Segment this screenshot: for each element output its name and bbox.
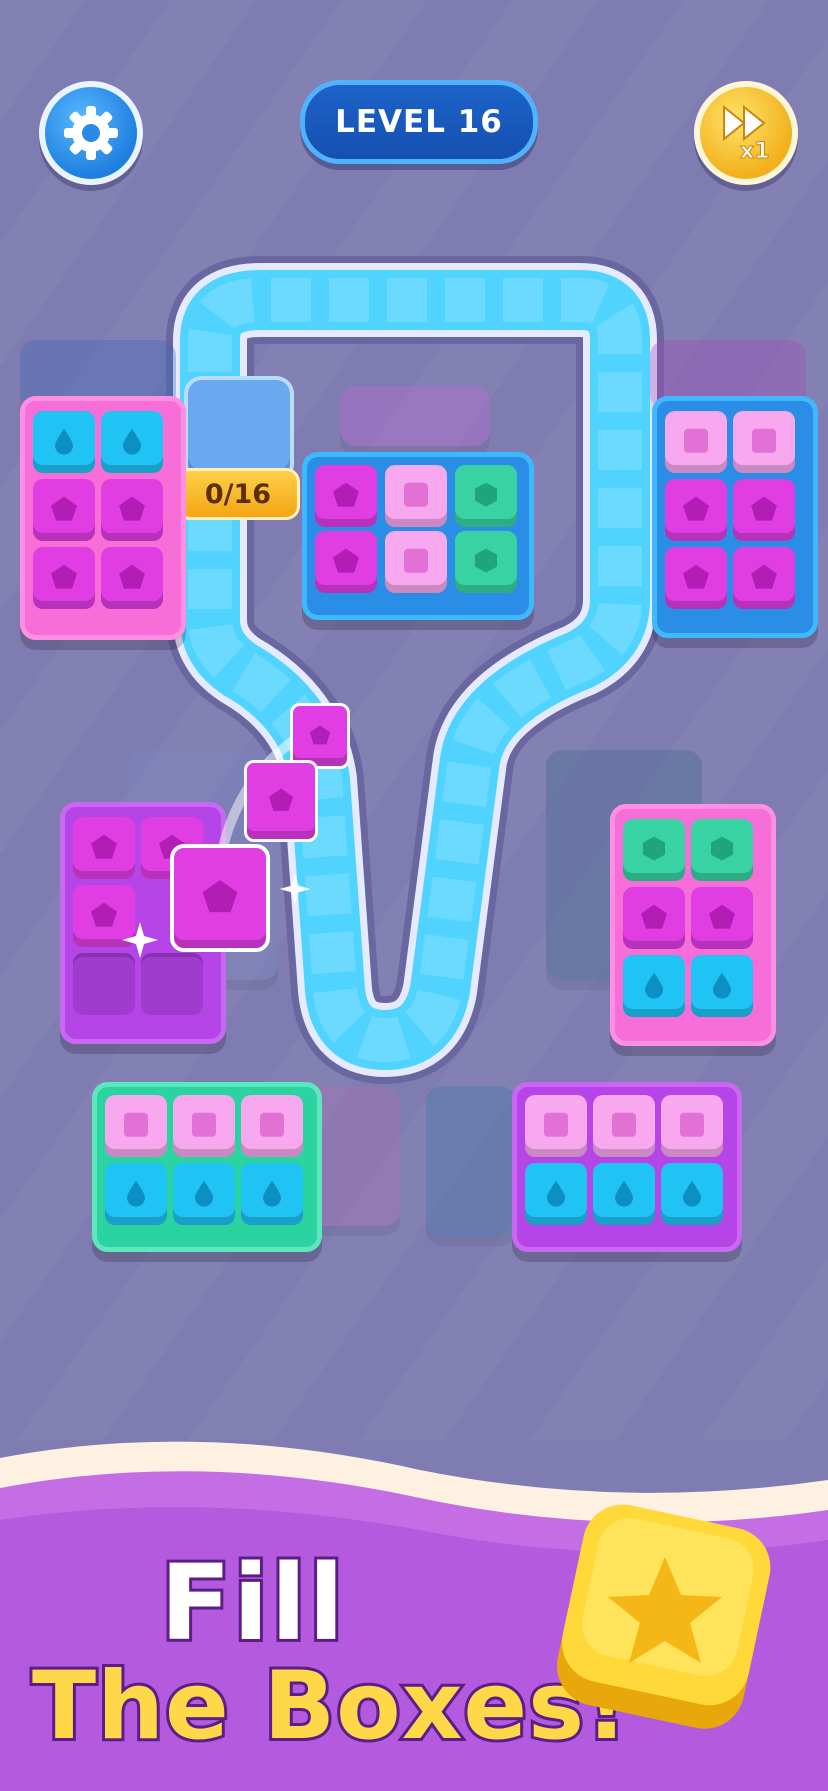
block-magenta — [315, 465, 377, 527]
block-magenta — [73, 817, 135, 879]
pentagon-icon — [91, 834, 117, 859]
box-green-bottom[interactable] — [92, 1082, 322, 1252]
drop-icon — [123, 428, 141, 455]
block-pink — [385, 465, 447, 527]
pentagon-icon — [119, 564, 145, 589]
star-cube — [556, 1504, 771, 1729]
banner-title-line1: Fill — [157, 1539, 347, 1667]
pentagon-icon — [709, 904, 735, 929]
flying-block — [244, 760, 318, 842]
queue-slot — [184, 376, 294, 482]
block-magenta — [101, 547, 163, 609]
block-green — [623, 819, 685, 881]
box-blue-right[interactable] — [652, 396, 818, 638]
square-icon — [404, 548, 428, 573]
block-pink — [105, 1095, 167, 1157]
block-magenta — [733, 479, 795, 541]
square-icon — [124, 1112, 148, 1137]
block-green — [455, 531, 517, 593]
hexagon-icon — [643, 836, 665, 861]
block-magenta — [623, 887, 685, 949]
box-pink-right[interactable] — [610, 804, 776, 1046]
block-magenta — [315, 531, 377, 593]
block-pink — [593, 1095, 655, 1157]
pentagon-icon — [641, 904, 667, 929]
pentagon-icon — [683, 496, 709, 521]
pentagon-icon — [751, 496, 777, 521]
square-icon — [260, 1112, 284, 1137]
block-magenta — [33, 479, 95, 541]
sparkle-icon — [279, 873, 311, 905]
flying-block — [170, 844, 270, 952]
block-blue — [661, 1163, 723, 1225]
block-blue — [525, 1163, 587, 1225]
square-icon — [192, 1112, 216, 1137]
block-blue — [101, 411, 163, 473]
block-magenta — [665, 479, 727, 541]
block-magenta — [665, 547, 727, 609]
pentagon-icon — [51, 564, 77, 589]
block-blue — [173, 1163, 235, 1225]
fill-counter-label: 0/16 — [204, 478, 272, 510]
drop-icon — [615, 1180, 633, 1207]
block-green — [455, 465, 517, 527]
hexagon-icon — [475, 548, 497, 573]
square-icon — [544, 1112, 568, 1137]
block-pink — [665, 411, 727, 473]
hexagon-icon — [475, 482, 497, 507]
block-pink — [241, 1095, 303, 1157]
block-magenta — [691, 887, 753, 949]
block-green — [691, 819, 753, 881]
hexagon-icon — [711, 836, 733, 861]
box-blue-center[interactable] — [302, 452, 534, 620]
pentagon-icon — [91, 902, 117, 927]
drop-icon — [55, 428, 73, 455]
drop-icon — [683, 1180, 701, 1207]
ghost-tray — [340, 386, 490, 446]
block-blue — [105, 1163, 167, 1225]
block-blue — [593, 1163, 655, 1225]
pentagon-icon — [119, 496, 145, 521]
pentagon-icon — [333, 482, 359, 507]
square-icon — [684, 428, 708, 453]
drop-icon — [195, 1180, 213, 1207]
fill-counter: 0/16 — [176, 468, 300, 520]
square-icon — [752, 428, 776, 453]
block-pink — [661, 1095, 723, 1157]
block-pink — [385, 531, 447, 593]
square-icon — [612, 1112, 636, 1137]
block-blue — [33, 411, 95, 473]
pentagon-icon — [268, 788, 294, 811]
drop-icon — [713, 972, 731, 999]
block-blue — [691, 955, 753, 1017]
drop-icon — [127, 1180, 145, 1207]
empty-slot — [73, 953, 135, 1015]
pentagon-icon — [683, 564, 709, 589]
box-pink-left[interactable] — [20, 396, 186, 640]
pentagon-icon — [51, 496, 77, 521]
empty-slot — [141, 953, 203, 1015]
pentagon-icon — [751, 564, 777, 589]
square-icon — [680, 1112, 704, 1137]
pentagon-icon — [333, 548, 359, 573]
block-magenta — [733, 547, 795, 609]
block-pink — [733, 411, 795, 473]
block-blue — [623, 955, 685, 1017]
block-magenta — [101, 479, 163, 541]
pentagon-icon — [309, 725, 331, 745]
drop-icon — [547, 1180, 565, 1207]
square-icon — [404, 482, 428, 507]
block-blue — [241, 1163, 303, 1225]
block-pink — [173, 1095, 235, 1157]
box-purple-bottom[interactable] — [512, 1082, 742, 1252]
block-pink — [525, 1095, 587, 1157]
drop-icon — [645, 972, 663, 999]
drop-icon — [263, 1180, 281, 1207]
block-magenta — [33, 547, 95, 609]
sparkle-icon — [122, 922, 158, 958]
ghost-tray — [426, 1086, 516, 1236]
ghost-tray — [310, 1086, 400, 1226]
pentagon-icon — [202, 880, 238, 913]
